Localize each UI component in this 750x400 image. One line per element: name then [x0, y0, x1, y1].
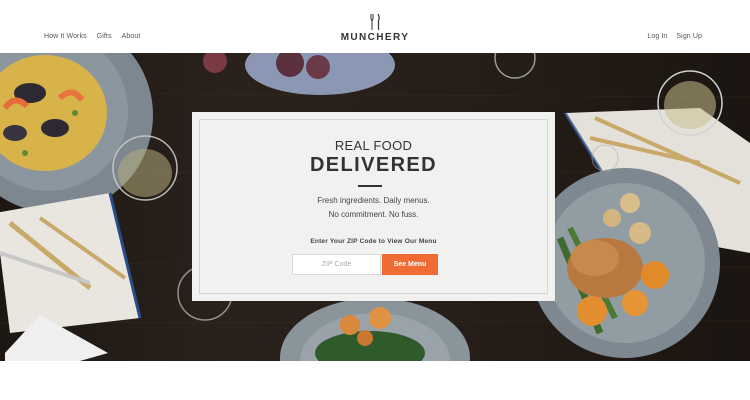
wine-glass-right [657, 70, 723, 136]
hero-title-line-1: REAL FOOD [334, 138, 413, 153]
zip-code-input[interactable] [292, 254, 381, 275]
hero-subtitle-line-2: No commitment. No fuss. [328, 210, 419, 219]
napkin-left [0, 192, 142, 333]
account-nav: Log In Sign Up [647, 33, 702, 40]
nav-sign-up[interactable]: Sign Up [676, 33, 702, 40]
fork-knife-icon [370, 14, 380, 30]
site-header: How It Works Gifts About MUNCHERY Log In… [0, 0, 750, 53]
greens-plate [280, 298, 470, 361]
fig-plate [203, 53, 395, 95]
brand-name: MUNCHERY [340, 32, 410, 43]
title-divider [358, 185, 382, 187]
zip-prompt: Enter Your ZIP Code to View Our Menu [310, 238, 437, 245]
hero-subtitle-line-1: Fresh ingredients. Daily menus. [317, 196, 430, 205]
chicken-plate [530, 168, 720, 358]
brand-logo[interactable]: MUNCHERY [0, 14, 750, 43]
nav-log-in[interactable]: Log In [647, 33, 667, 40]
hero-card: REAL FOOD DELIVERED Fresh ingredients. D… [192, 112, 555, 301]
hero-title-line-2: DELIVERED [309, 154, 438, 176]
see-menu-button[interactable]: See Menu [382, 254, 438, 275]
